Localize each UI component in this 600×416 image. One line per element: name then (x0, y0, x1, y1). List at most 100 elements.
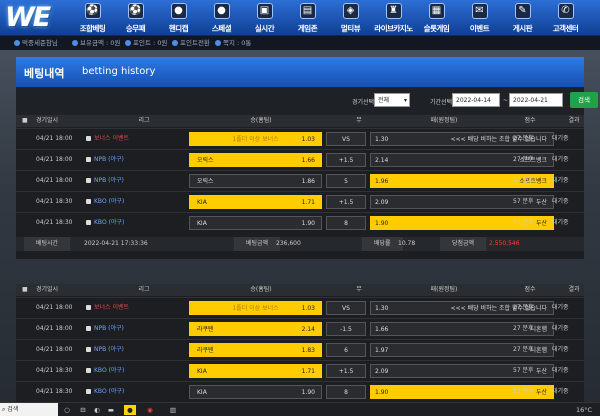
site-logo[interactable]: WE (5, 2, 51, 33)
soccer-ball-icon: ⚽ (84, 3, 101, 19)
draw-handicap-box[interactable]: +1.5 (326, 195, 366, 209)
nav-item-4[interactable]: ▣ 실시간 (245, 0, 284, 36)
point-convert-link[interactable]: 포인트전환 (172, 36, 210, 50)
basketball-icon: ● (213, 3, 230, 19)
nav-item-0[interactable]: ⚽ 조합베팅 (73, 0, 112, 36)
league-label: 보너스 이벤트 (94, 304, 130, 311)
taskbar-search[interactable]: ⌕ 검색 (0, 403, 58, 416)
league-name: NPB (야구) (86, 171, 124, 191)
chrome-icon[interactable]: ◉ (144, 405, 156, 415)
score-status: 27 분후 (513, 135, 534, 142)
header-league: 리그 (138, 117, 150, 124)
home-odds: 1.66 (301, 157, 315, 164)
score-status: 57 분후 (513, 367, 534, 374)
flag-icon (86, 326, 91, 331)
table-row: 04/21 18:30 KBO (야구) KIA 1.90 8 1.90 두산 57 분후 대기… (16, 381, 584, 401)
draw-handicap-box[interactable]: 5 (326, 174, 366, 188)
match-date: 04/21 18:00 (36, 135, 73, 142)
result-status: 대기중 (552, 135, 569, 142)
date-to-input[interactable]: 2022-04-21 (509, 93, 563, 107)
nav-label: 라이브카지노 (374, 24, 413, 33)
table-row: 04/21 18:00 보너스 이벤트 1폴더 이상 보너스 1.03 VS 1.30 <<… (16, 297, 584, 317)
flag-icon (86, 389, 91, 394)
score-status: 27 분후 (513, 304, 534, 311)
header-away: 패(원정팀) (430, 286, 458, 293)
match-date: 04/21 18:30 (36, 198, 73, 205)
search-button[interactable]: 검색 (570, 92, 598, 108)
draw-handicap-box[interactable]: +1.5 (326, 153, 366, 167)
away-team-name: 두산 (535, 220, 547, 227)
gift-icon: ✉ (471, 3, 488, 19)
nav-label: 게임존 (297, 24, 318, 33)
nav-label: 핸디캡 (168, 24, 189, 33)
nav-item-5[interactable]: ▤ 게임존 (288, 0, 327, 36)
bet-slip-2: 경기일시 리그 승(홈팀) 무 패(원정팀) 점수 결과 ■ 04/21 18:00 보너스 이벤… (16, 284, 584, 402)
home-pick-button[interactable]: 1폴더 이상 보너스 1.03 (189, 132, 322, 146)
header-result: 결과 (568, 286, 580, 293)
draw-handicap-box[interactable]: VS (326, 132, 366, 146)
table-row: 04/21 18:30 KBO (야구) KIA 1.71 +1.5 2.09 두산 57 분… (16, 191, 584, 211)
home-pick-button[interactable]: KIA 1.90 (189, 385, 322, 399)
home-pick-button[interactable]: 1폴더 이상 보너스 1.03 (189, 301, 322, 315)
nav-item-6[interactable]: ◈ 멀티뷰 (331, 0, 370, 36)
league-name: 보너스 이벤트 (86, 298, 129, 318)
league-label: 보너스 이벤트 (94, 135, 130, 142)
envelope-icon (215, 40, 221, 46)
nav-item-10[interactable]: ✎ 게시판 (503, 0, 542, 36)
draw-handicap-box[interactable]: 8 (326, 216, 366, 230)
home-pick-button[interactable]: KIA 1.71 (189, 364, 322, 378)
home-pick-button[interactable]: 라쿠텐 2.14 (189, 322, 322, 336)
home-odds: 1.86 (301, 178, 315, 185)
league-name: KBO (야구) (86, 213, 124, 233)
score-status: 57 분후 (513, 198, 534, 205)
header-league: 리그 (138, 286, 150, 293)
bet-summary: 베팅시간 2022-04-21 17:33:36 베팅금액 236,600 배당률 10.… (16, 237, 584, 251)
home-team-name: KIA (197, 368, 207, 375)
pen-icon: ✎ (514, 3, 531, 19)
score-status: 27 분후 (513, 177, 534, 184)
nav-item-2[interactable]: ● 핸디캡 (159, 0, 198, 36)
date-separator: ~ (503, 97, 509, 104)
draw-handicap-box[interactable]: +1.5 (326, 364, 366, 378)
select-all-checkbox[interactable]: ■ (22, 115, 28, 127)
home-pick-button[interactable]: 라쿠텐 1.83 (189, 343, 322, 357)
home-pick-button[interactable]: 오릭스 1.86 (189, 174, 322, 188)
draw-handicap-box[interactable]: -1.5 (326, 322, 366, 336)
draw-handicap-box[interactable]: 8 (326, 385, 366, 399)
flag-icon (86, 220, 91, 225)
league-label: KBO (야구) (94, 367, 125, 374)
home-pick-button[interactable]: KIA 1.90 (189, 216, 322, 230)
app-icon[interactable]: ▥ (168, 405, 178, 415)
date-from-input[interactable]: 2022-04-14 (452, 93, 500, 107)
task-view-icon[interactable]: ○ (62, 405, 72, 415)
result-status: 대기중 (552, 198, 569, 205)
draw-handicap-box[interactable]: 6 (326, 343, 366, 357)
match-date: 04/21 18:30 (36, 367, 73, 374)
league-name: KBO (야구) (86, 361, 124, 381)
summary-win-label: 당첨금액 (440, 237, 487, 251)
nav-item-9[interactable]: ✉ 이벤트 (460, 0, 499, 36)
nav-item-1[interactable]: ⚽ 승무패 (116, 0, 155, 36)
result-status: 대기중 (552, 388, 569, 395)
widgets-icon[interactable]: ⊟ (78, 405, 88, 415)
nav-item-8[interactable]: ▦ 슬롯게임 (417, 0, 456, 36)
nav-item-11[interactable]: ✆ 고객센터 (546, 0, 585, 36)
file-explorer-icon[interactable]: ▬ (106, 405, 116, 415)
edge-icon[interactable]: ◐ (92, 405, 102, 415)
nav-item-7[interactable]: ♜ 라이브카지노 (374, 0, 413, 36)
nav-label: 슬롯게임 (423, 24, 450, 33)
home-pick-button[interactable]: 오릭스 1.66 (189, 153, 322, 167)
draw-handicap-box[interactable]: VS (326, 301, 366, 315)
message-link[interactable]: 쪽지 : 0통 (215, 36, 251, 50)
nav-label: 조합베팅 (79, 24, 106, 33)
select-all-checkbox[interactable]: ■ (22, 284, 28, 296)
league-label: KBO (야구) (94, 388, 125, 395)
home-pick-button[interactable]: KIA 1.71 (189, 195, 322, 209)
header-draw: 무 (356, 286, 362, 293)
nav-label: 실시간 (254, 24, 275, 33)
match-date: 04/21 18:00 (36, 156, 73, 163)
match-date: 04/21 18:00 (36, 304, 73, 311)
kakaotalk-icon[interactable]: ● (124, 405, 136, 415)
game-select[interactable]: 전체 ▾ (374, 93, 410, 107)
nav-item-3[interactable]: ● 스페셜 (202, 0, 241, 36)
